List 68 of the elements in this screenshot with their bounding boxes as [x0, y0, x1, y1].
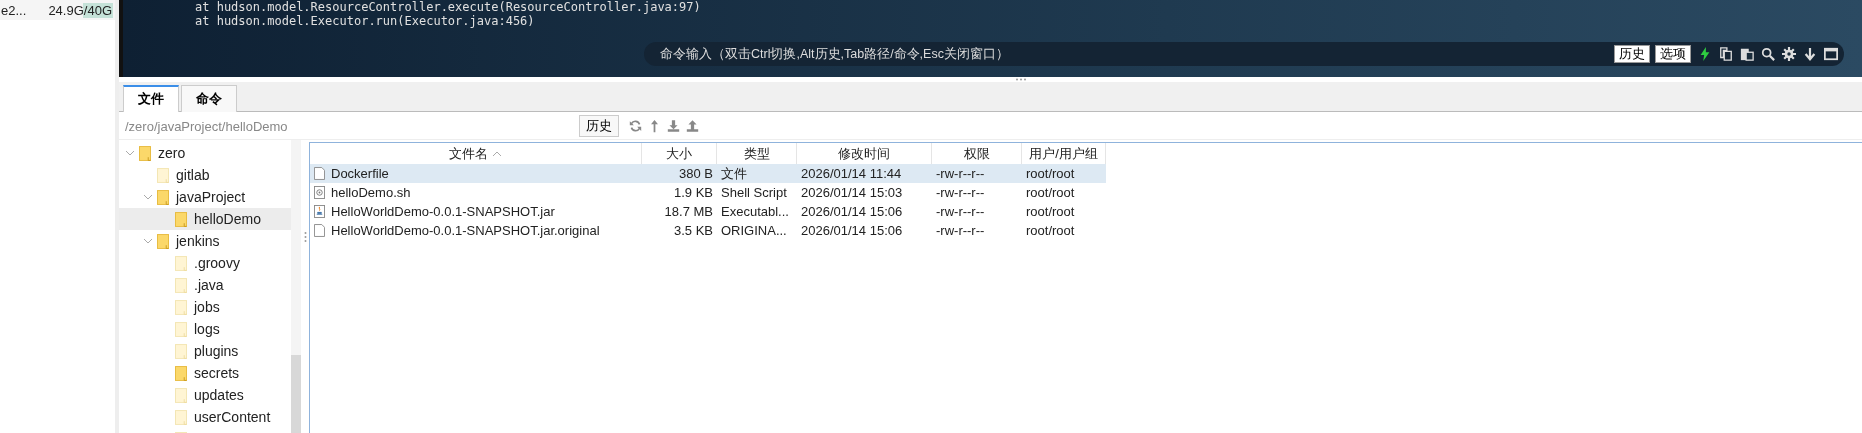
- scrollbar[interactable]: [291, 140, 301, 433]
- table-cell-text: -rw-r--r--: [935, 185, 986, 200]
- tab[interactable]: 命令: [181, 85, 237, 112]
- tree-item[interactable]: gitlab: [119, 164, 291, 186]
- tree-item[interactable]: updates: [119, 384, 291, 406]
- table-cell-text: root/root: [1025, 166, 1076, 181]
- sort-caret-icon: [492, 150, 502, 157]
- tree-item[interactable]: plugins: [119, 340, 291, 362]
- table-cell-text: root/root: [1025, 204, 1076, 219]
- window-icon[interactable]: [1824, 47, 1838, 61]
- table-row[interactable]: HelloWorldDemo-0.0.1-SNAPSHOT.jar 18.7 MB Executabl... 2026/01/14 15:06 -rw-r--r-- root/root: [310, 202, 1106, 221]
- tree-item[interactable]: jenkins: [119, 230, 291, 252]
- table-cell-text: root/root: [1025, 185, 1076, 200]
- tab[interactable]: 文件: [123, 85, 179, 112]
- tree-item[interactable]: .java: [119, 274, 291, 296]
- table-cell-text: 3.5 KB: [672, 223, 714, 238]
- table-cell-text: 1.9 KB: [672, 185, 714, 200]
- disk-usage: 24.9G/40G: [47, 2, 113, 18]
- copy-icon[interactable]: [1719, 47, 1733, 61]
- resize-handle-icon[interactable]: [1014, 78, 1027, 81]
- terminal-line: at hudson.model.ResourceController.execute(ResourceController.java:97): [195, 0, 702, 14]
- table-cell-text: 2026/01/14 15:06: [800, 204, 904, 219]
- file-name: helloDemo.sh: [331, 185, 411, 200]
- history-button[interactable]: 历史: [579, 115, 619, 137]
- terminal-line: at hudson.model.Executor.run(Executor.java:456): [195, 14, 536, 28]
- table-cell-text: -rw-r--r--: [935, 204, 986, 219]
- table-cell-text: 文件: [720, 164, 748, 183]
- table-cell-text: Shell Script: [720, 185, 788, 200]
- table-cell-text: Executabl...: [720, 204, 790, 219]
- table-cell-text: 2026/01/14 15:06: [800, 223, 904, 238]
- file-name: Dockerfile: [331, 166, 389, 181]
- settings-icon[interactable]: [1782, 47, 1796, 61]
- paste-icon[interactable]: [1740, 47, 1754, 61]
- table-row[interactable]: HelloWorldDemo-0.0.1-SNAPSHOT.jar.original 3.5 KB ORIGINA... 2026/01/14 15:06 -rw-r--r-- root/root: [310, 221, 1106, 240]
- chevron-icon[interactable]: [143, 194, 153, 200]
- download-icon[interactable]: [667, 119, 680, 133]
- tree-item[interactable]: userContent: [119, 406, 291, 428]
- arrow-down-icon[interactable]: [1803, 47, 1817, 61]
- tree-item[interactable]: jobs: [119, 296, 291, 318]
- search-icon[interactable]: [1761, 47, 1775, 61]
- table-cell-text: -rw-r--r--: [935, 223, 986, 238]
- table-cell-text: ORIGINA...: [720, 223, 788, 238]
- chevron-icon[interactable]: [125, 150, 135, 156]
- table-cell-text: root/root: [1025, 223, 1076, 238]
- table-cell-text: 18.7 MB: [663, 204, 714, 219]
- file-name: HelloWorldDemo-0.0.1-SNAPSHOT.jar: [331, 204, 555, 219]
- file-name: HelloWorldDemo-0.0.1-SNAPSHOT.jar.original: [331, 223, 600, 238]
- table-cell-text: -rw-r--r--: [935, 166, 986, 181]
- tree-item[interactable]: helloDemo: [119, 208, 291, 230]
- tree-item[interactable]: zero: [119, 142, 291, 164]
- command-button[interactable]: 选项: [1655, 45, 1691, 63]
- upload-icon[interactable]: [686, 119, 699, 133]
- lightning-icon[interactable]: [1698, 47, 1712, 61]
- tree-item[interactable]: secrets: [119, 362, 291, 384]
- table-cell-text: 2026/01/14 11:44: [800, 166, 903, 181]
- table-row[interactable]: Dockerfile 380 B 文件 2026/01/14 11:44 -rw-r--r-- root/root: [310, 164, 1106, 183]
- refresh-icon[interactable]: [629, 119, 642, 133]
- table-row[interactable]: helloDemo.sh 1.9 KB Shell Script 2026/01/14 15:03 -rw-r--r-- root/root: [310, 183, 1106, 202]
- host-name: e2...: [1, 2, 27, 18]
- resize-handle-icon[interactable]: [303, 230, 307, 243]
- command-button[interactable]: 历史: [1614, 45, 1650, 63]
- chevron-icon[interactable]: [143, 238, 153, 244]
- table-cell-text: 380 B: [678, 166, 714, 181]
- tree-item[interactable]: .groovy: [119, 252, 291, 274]
- tree-item[interactable]: logs: [119, 318, 291, 340]
- table-cell-text: 2026/01/14 15:03: [800, 185, 904, 200]
- tree-item[interactable]: javaProject: [119, 186, 291, 208]
- command-bar[interactable]: 命令输入（双击Ctrl切换,Alt历史,Tab路径/命令,Esc关闭窗口） 历史 选项: [644, 42, 1844, 66]
